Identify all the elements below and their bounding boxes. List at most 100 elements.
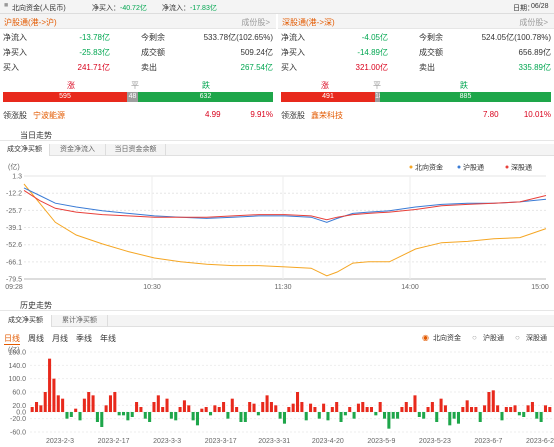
history-bar <box>352 412 356 419</box>
sh-row-value: -13.78亿 <box>79 33 110 42</box>
sh-row-value: 533.78亿(102.65%) <box>203 33 273 42</box>
radio-sz-label[interactable]: 深股通 <box>526 333 547 343</box>
sh-leader-pct: 9.91% <box>250 110 273 119</box>
tab-balance[interactable]: 当日资金余额 <box>106 144 166 156</box>
sz-row-inflow: 净流入 -4.05亿 今剩余 524.05亿(100.78%) <box>278 31 554 43</box>
history-bar <box>404 402 408 412</box>
history-bar <box>187 405 191 412</box>
history-bar <box>69 412 73 417</box>
tab-net-buy[interactable]: 成交净买额 <box>0 144 50 156</box>
history-bar <box>91 395 95 412</box>
history-bar <box>169 412 173 419</box>
history-bar <box>174 412 178 421</box>
sh-constituents-link[interactable]: 成份股> <box>241 17 270 28</box>
history-bar <box>48 358 52 412</box>
sh-leader-label: 领涨股 <box>3 111 27 120</box>
sh-row-label: 净买入 <box>3 48 27 57</box>
history-bar <box>230 398 234 412</box>
intraday-legend-label: 深股通 <box>511 163 532 172</box>
sz-row-value: 321.00亿 <box>355 63 388 72</box>
sz-constituents-link[interactable]: 成份股> <box>519 17 548 28</box>
history-controls: 日线 周线 月线 季线 年线 ◉ 北向资金 ○ 沪股通 ○ 深股通 <box>0 331 554 345</box>
history-bar <box>426 407 430 412</box>
tab-history-net-buy[interactable]: 成交净买额 <box>0 315 52 327</box>
radio-sh-label[interactable]: 沪股通 <box>483 333 504 343</box>
intraday-x-tick: 14:00 <box>401 284 419 291</box>
history-bar <box>461 407 465 412</box>
sh-row-value: 267.54亿 <box>240 63 273 72</box>
radio-sz-icon[interactable]: ○ <box>515 333 520 342</box>
intraday-legend-swatch <box>457 165 461 169</box>
sh-row-netbuy: 净买入 -25.83亿 成交额 509.24亿 <box>0 46 276 58</box>
intraday-unit: (亿) <box>8 162 20 171</box>
history-y-tick: 140.0 <box>8 363 26 370</box>
sh-row-buysell: 买入 241.71亿 卖出 267.54亿 <box>0 61 276 73</box>
history-y-tick: 100.0 <box>8 376 26 383</box>
date-value: 06/28 <box>531 3 549 10</box>
intraday-legend-swatch <box>409 165 413 169</box>
history-x-tick: 2023-3-17 <box>205 438 237 445</box>
radio-sh-icon[interactable]: ○ <box>472 333 477 342</box>
history-bar <box>156 395 160 412</box>
radio-north-label[interactable]: 北向资金 <box>433 333 461 343</box>
history-bar <box>152 402 156 412</box>
intraday-y-tick: -52.6 <box>6 242 22 249</box>
topbar-title: 北向资金(人民币) <box>12 5 66 12</box>
period-quarterly[interactable]: 季线 <box>76 333 92 344</box>
history-bar <box>361 402 365 412</box>
intraday-legend: 北向资金 沪股通 深股通 <box>409 163 532 172</box>
history-bar <box>374 412 378 416</box>
history-bar <box>148 412 152 422</box>
history-bar <box>182 400 186 412</box>
sz-fall-label: 跌 <box>460 81 468 90</box>
history-x-tick: 2023-5-9 <box>367 438 395 445</box>
history-bar <box>204 407 208 412</box>
history-section-header: 历史走势 <box>0 298 554 311</box>
history-bar <box>130 412 134 417</box>
history-bar <box>291 403 295 412</box>
sz-breadth-bar: 491 18 885 <box>281 92 551 102</box>
sh-row-label: 买入 <box>3 63 19 72</box>
sz-leader-name[interactable]: 鑫荣科技 <box>311 110 343 121</box>
history-bar <box>465 400 469 412</box>
history-bar <box>161 407 165 412</box>
history-bar <box>61 398 65 412</box>
intraday-y-tick: -39.1 <box>6 225 22 232</box>
intraday-y-tick: -25.7 <box>6 208 22 215</box>
tab-history-cumulative[interactable]: 累计净买额 <box>52 315 108 327</box>
history-bar <box>248 402 252 412</box>
history-bar <box>265 395 269 412</box>
history-y-tick: -60.0 <box>10 430 26 437</box>
intraday-y-tick: -79.5 <box>6 277 22 284</box>
sz-flat-label: 平 <box>373 81 381 90</box>
intraday-line-深股通 <box>23 189 547 221</box>
sh-panel-header: 沪股通(港->沪) 成份股> <box>0 14 276 29</box>
sz-leader-pct: 10.01% <box>523 110 551 119</box>
intraday-x-tick: 15:00 <box>531 284 549 291</box>
history-bar <box>539 412 543 422</box>
tab-net-inflow[interactable]: 资金净流入 <box>50 144 106 156</box>
sh-leader-name[interactable]: 宁波能源 <box>33 110 65 121</box>
intraday-section-header: 当日走势 <box>0 128 554 141</box>
history-bar <box>343 412 347 416</box>
sh-row-value: 241.71亿 <box>77 63 110 72</box>
period-weekly[interactable]: 周线 <box>28 333 44 344</box>
period-yearly[interactable]: 年线 <box>100 333 116 344</box>
sz-leader-price: 7.80 <box>483 110 499 119</box>
history-bar <box>413 395 417 412</box>
period-monthly[interactable]: 月线 <box>52 333 68 344</box>
history-bar <box>548 407 552 412</box>
intraday-x-tick: 11:30 <box>275 284 292 291</box>
intraday-section-title: 当日走势 <box>20 131 52 140</box>
sz-panel-title[interactable]: 深股通(港->深) <box>282 17 335 28</box>
history-bar <box>143 412 147 419</box>
sz-panel-header: 深股通(港->深) 成份股> <box>278 14 554 29</box>
history-bar <box>317 412 321 419</box>
history-bar <box>435 412 439 422</box>
radio-north-icon[interactable]: ◉ <box>422 333 429 342</box>
history-bar <box>369 407 373 412</box>
sh-leader-price: 4.99 <box>205 110 221 119</box>
sh-panel-title[interactable]: 沪股通(港->沪) <box>4 17 57 28</box>
history-bar <box>252 403 256 412</box>
history-bar <box>139 407 143 412</box>
